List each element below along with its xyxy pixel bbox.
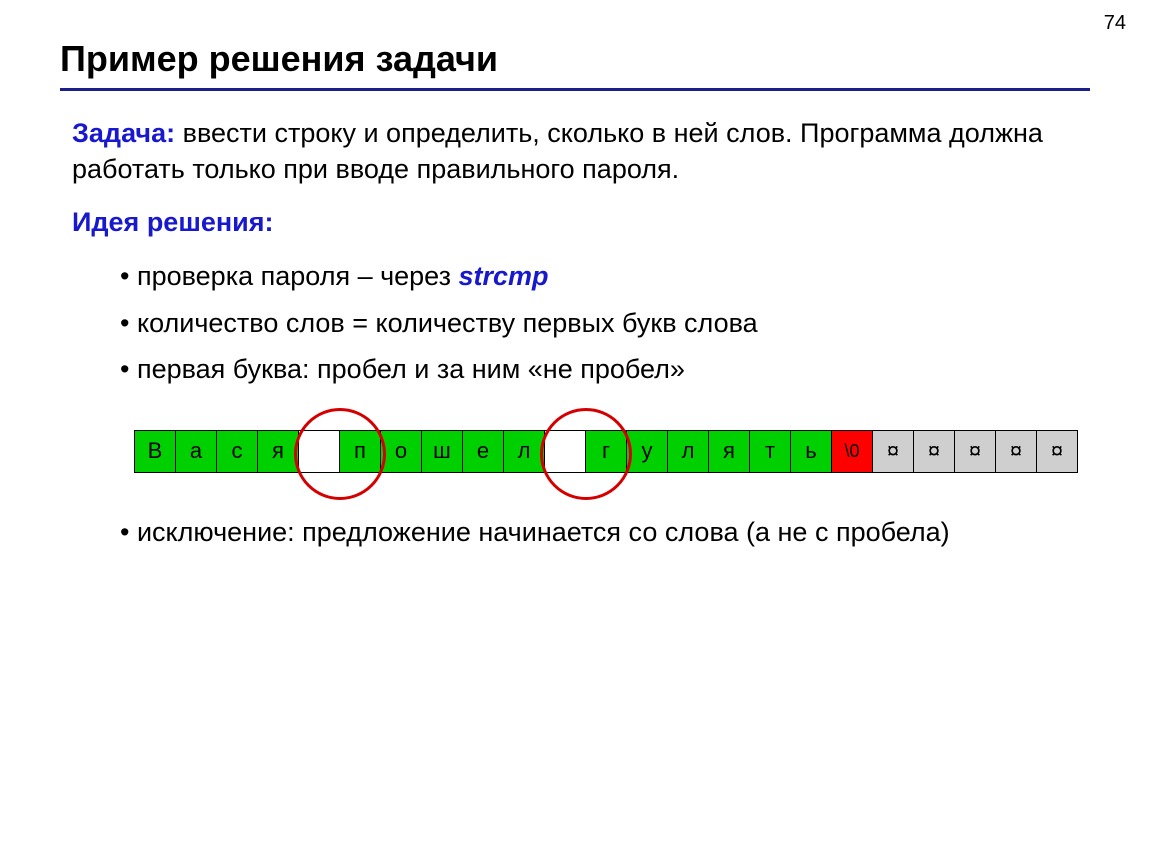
- slide-title: Пример решения задачи: [60, 38, 1090, 80]
- char-cell: ь: [791, 431, 832, 472]
- char-cell-text: я: [272, 438, 284, 464]
- char-cell: п: [340, 431, 381, 472]
- char-cell-text: ь: [805, 438, 816, 464]
- char-cell-text: о: [395, 438, 407, 464]
- char-cell-text: г: [602, 438, 610, 464]
- char-cell: я: [709, 431, 750, 472]
- task-text: ввести строку и определить, сколько в не…: [72, 118, 1043, 184]
- char-cell: г: [586, 431, 627, 472]
- char-cell-text: а: [190, 438, 202, 464]
- char-cell-text: ¤: [887, 438, 899, 464]
- task-label: Задача:: [72, 118, 175, 148]
- char-cell-text: т: [765, 438, 775, 464]
- char-cell-text: с: [232, 438, 243, 464]
- char-cell: ¤: [996, 431, 1037, 472]
- char-cell: [545, 431, 586, 472]
- char-cell-text: я: [723, 438, 735, 464]
- char-cell: ¤: [873, 431, 914, 472]
- char-cell-text: л: [518, 438, 531, 464]
- char-cell: с: [217, 431, 258, 472]
- char-cell: е: [463, 431, 504, 472]
- slide: 74 Пример решения задачи Задача: ввести …: [0, 0, 1150, 864]
- char-cell-text: ¤: [1051, 438, 1063, 464]
- bullet-2: количество слов = количеству первых букв…: [120, 303, 1090, 344]
- char-cell: ¤: [1037, 431, 1078, 472]
- char-cell: ¤: [955, 431, 996, 472]
- task-paragraph: Задача: ввести строку и определить, скол…: [60, 115, 1090, 188]
- idea-bullets-cont: исключение: предложение начинается со сл…: [60, 512, 1090, 553]
- char-cell: о: [381, 431, 422, 472]
- char-cell: \0: [832, 431, 873, 472]
- char-cell-text: ¤: [928, 438, 940, 464]
- title-rule: [60, 88, 1090, 91]
- bullet-1: проверка пароля – через strcmp: [120, 256, 1090, 297]
- bullet-3: первая буква: пробел и за ним «не пробел…: [120, 349, 1090, 390]
- char-cell-text: В: [148, 438, 163, 464]
- char-cell-text: л: [682, 438, 695, 464]
- char-cell-text: ш: [433, 438, 451, 464]
- char-cell-text: п: [354, 438, 366, 464]
- char-cell: ¤: [914, 431, 955, 472]
- char-cell-text: ¤: [969, 438, 981, 464]
- idea-bullets: проверка пароля – через strcmp количеств…: [60, 256, 1090, 390]
- char-cell: В: [135, 431, 176, 472]
- char-cell: л: [668, 431, 709, 472]
- bullet-1-code: strcmp: [459, 261, 549, 291]
- char-cell: я: [258, 431, 299, 472]
- bullet-1-pre: проверка пароля – через: [137, 261, 459, 291]
- char-array-diagram: Ва с я п оше л г у л я т ь \0 ¤ ¤ ¤ ¤ ¤: [134, 408, 1090, 498]
- bullet-4: исключение: предложение начинается со сл…: [120, 512, 1090, 553]
- char-cell-text: е: [477, 438, 489, 464]
- char-cell: у: [627, 431, 668, 472]
- char-cell-text: ¤: [1010, 438, 1022, 464]
- char-cell: [299, 431, 340, 472]
- char-cell: а: [176, 431, 217, 472]
- char-cell: т: [750, 431, 791, 472]
- char-cell-text: \0: [844, 441, 859, 462]
- idea-label-line: Идея решения:: [60, 204, 1090, 240]
- idea-label: Идея решения:: [72, 207, 274, 237]
- char-cell-text: у: [642, 438, 653, 464]
- page-number: 74: [1104, 12, 1126, 35]
- char-array: Ва с я п оше л г у л я т ь \0 ¤ ¤ ¤ ¤ ¤: [134, 430, 1078, 473]
- char-cell: ш: [422, 431, 463, 472]
- char-cell: л: [504, 431, 545, 472]
